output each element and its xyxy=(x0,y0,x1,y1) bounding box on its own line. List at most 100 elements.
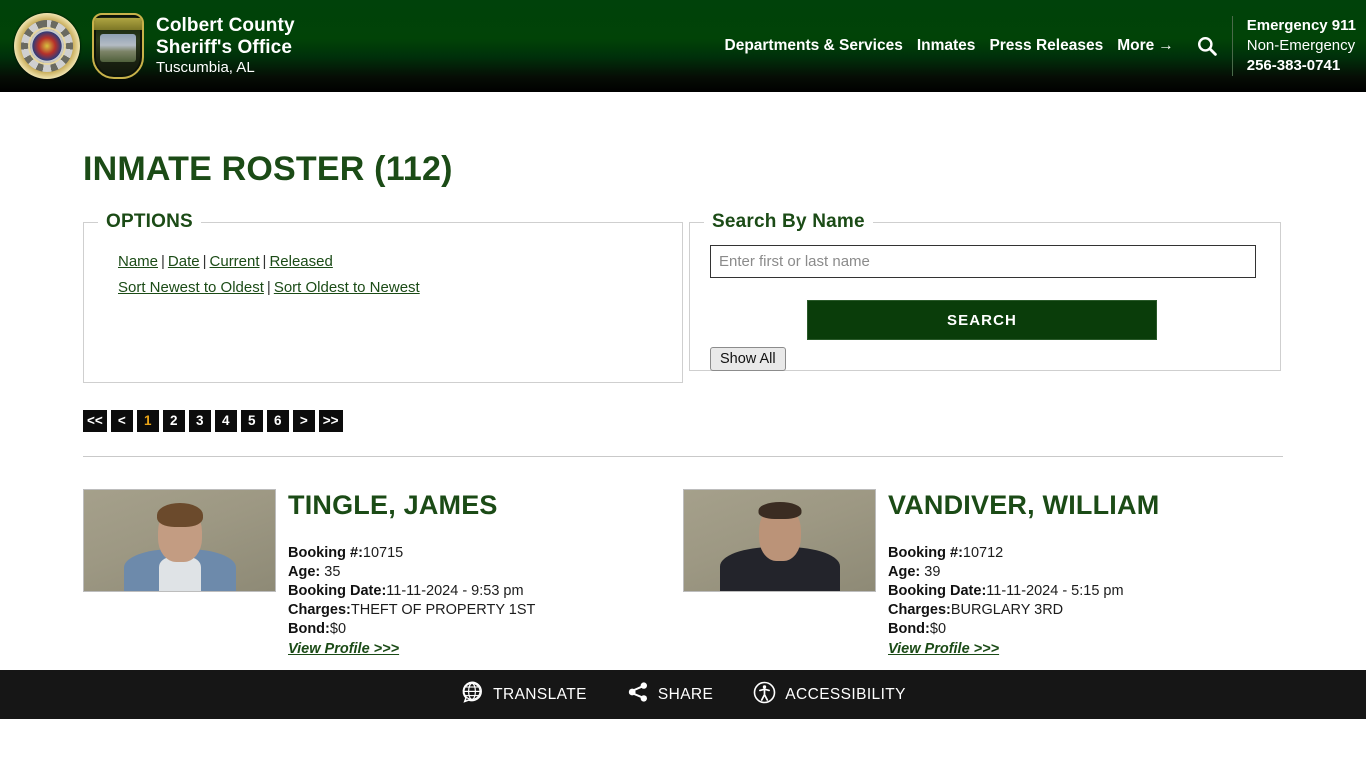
translate-label: TRANSLATE xyxy=(493,685,587,703)
mugshot-shirt xyxy=(158,557,201,591)
search-icon[interactable] xyxy=(1194,33,1220,59)
option-link-sort-oldest-to-newest[interactable]: Sort Oldest to Newest xyxy=(274,279,420,296)
age-value: 35 xyxy=(324,564,341,581)
age-label: Age: xyxy=(888,564,921,581)
site-header: Colbert County Sheriff's Office Tuscumbi… xyxy=(0,0,1366,92)
booking-label: Booking #: xyxy=(888,545,963,562)
pagination-page-3[interactable]: 3 xyxy=(188,410,211,432)
booking-date-label: Booking Date: xyxy=(288,583,387,600)
bond-label: Bond: xyxy=(888,621,930,638)
bond-label: Bond: xyxy=(288,621,330,638)
pagination-page-5[interactable]: 5 xyxy=(240,410,263,432)
options-panel: OPTIONS Name | Date | Current | Released Sort … xyxy=(83,211,683,383)
option-link-name[interactable]: Name xyxy=(118,253,158,270)
inmate-name: TINGLE, JAMES xyxy=(288,490,498,520)
inmate-card: TINGLE, JAMES Booking #:10715 Age: 35 Bo… xyxy=(83,489,683,659)
share-label: SHARE xyxy=(657,685,714,703)
site-brand[interactable]: Colbert County Sheriff's Office Tuscumbi… xyxy=(0,13,295,79)
inmate-details: VANDIVER, WILLIAM Booking #:10712 Age: 3… xyxy=(888,489,1159,659)
inmate-bond-row: Bond:$0 xyxy=(288,620,535,639)
booking-value: 10715 xyxy=(362,545,404,562)
charges-value: BURGLARY 3RD xyxy=(950,602,1064,619)
booking-label: Booking #: xyxy=(288,545,363,562)
pagination-page-4[interactable]: 4 xyxy=(214,410,237,432)
mugshot-tingle-james[interactable] xyxy=(83,489,276,592)
option-link-sort-newest-to-oldest[interactable]: Sort Newest to Oldest xyxy=(118,279,264,296)
pagination-first[interactable]: << xyxy=(83,410,107,432)
pagination-prev[interactable]: < xyxy=(110,410,133,432)
accessibility-label: ACCESSIBILITY xyxy=(785,685,906,703)
inmate-bond-row: Bond:$0 xyxy=(888,620,1159,639)
booking-date-label: Booking Date: xyxy=(888,583,987,600)
bond-value: $0 xyxy=(929,621,947,638)
inmate-booking-date-row: Booking Date:11-11-2024 - 9:53 pm xyxy=(288,582,535,601)
pagination-last[interactable]: >> xyxy=(318,410,343,432)
site-footer: TRANSLATE SHARE ACCESSIBILITY xyxy=(0,670,1366,719)
inmate-fields: Booking #:10715 Age: 35 Booking Date:11-… xyxy=(288,544,535,659)
charges-label: Charges: xyxy=(288,602,351,619)
panels-row: OPTIONS Name | Date | Current | Released Sort … xyxy=(83,211,1283,383)
charges-value: THEFT OF PROPERTY 1ST xyxy=(350,602,536,619)
view-profile-link[interactable]: View Profile >>> xyxy=(888,640,999,659)
nav-more[interactable]: More → xyxy=(1117,37,1174,55)
inmate-booking-row: Booking #:10715 xyxy=(288,544,535,563)
view-profile-link[interactable]: View Profile >>> xyxy=(288,640,399,659)
inmate-booking-date-row: Booking Date:11-11-2024 - 5:15 pm xyxy=(888,582,1159,601)
accessibility-button[interactable]: ACCESSIBILITY xyxy=(753,681,906,709)
page-title: INMATE ROSTER (112) xyxy=(83,150,453,188)
options-separator-3: | xyxy=(262,253,267,270)
share-button[interactable]: SHARE xyxy=(627,681,713,708)
header-right: Departments & Services Inmates Press Rel… xyxy=(725,0,1366,92)
arrow-right-icon: → xyxy=(1158,37,1174,54)
nav-inmates[interactable]: Inmates xyxy=(917,37,976,55)
main-navigation: Departments & Services Inmates Press Rel… xyxy=(725,33,1232,59)
nav-press-releases[interactable]: Press Releases xyxy=(989,37,1103,55)
content-container: INMATE ROSTER (112) OPTIONS Name | Date | Cu… xyxy=(83,92,1283,659)
mugshot-hair xyxy=(156,503,203,527)
non-emergency-phone[interactable]: 256-383-0741 xyxy=(1247,56,1356,76)
sheriff-shield-patch-icon xyxy=(92,13,144,79)
emergency-911-label: Emergency 911 xyxy=(1246,16,1356,34)
bond-value: $0 xyxy=(329,621,347,638)
search-panel: Search By Name SEARCH Show All xyxy=(689,211,1281,371)
nav-departments-services[interactable]: Departments & Services xyxy=(725,37,903,55)
search-legend: Search By Name xyxy=(712,211,865,232)
non-emergency-label: Non-Emergency xyxy=(1246,36,1356,54)
mugshot-vandiver-william[interactable] xyxy=(683,489,876,592)
section-divider xyxy=(83,456,1283,457)
options-row-sorting: Sort Newest to Oldest | Sort Oldest to New… xyxy=(118,279,668,296)
agency-name-line1: Colbert County xyxy=(156,15,295,37)
pagination-page-6[interactable]: 6 xyxy=(266,410,289,432)
age-value: 39 xyxy=(924,564,941,581)
share-icon xyxy=(627,681,649,708)
pagination-page-2[interactable]: 2 xyxy=(162,410,185,432)
inmate-roster-list: TINGLE, JAMES Booking #:10715 Age: 35 Bo… xyxy=(83,489,1283,659)
booking-date-value: 11-11-2024 - 9:53 pm xyxy=(386,583,524,600)
pagination-next[interactable]: > xyxy=(292,410,315,432)
globe-icon xyxy=(460,680,484,709)
options-separator-1: | xyxy=(161,253,165,270)
brand-text: Colbert County Sheriff's Office Tuscumbi… xyxy=(156,15,295,76)
agency-name-line2: Sheriff's Office xyxy=(156,36,292,58)
option-link-date[interactable]: Date xyxy=(168,253,200,270)
colbert-county-sheriff-star-badge-icon xyxy=(14,13,80,79)
mugshot-hair xyxy=(758,502,801,519)
inmate-card: VANDIVER, WILLIAM Booking #:10712 Age: 3… xyxy=(683,489,1283,659)
search-button[interactable]: SEARCH xyxy=(807,300,1157,340)
translate-button[interactable]: TRANSLATE xyxy=(460,680,587,709)
search-input[interactable] xyxy=(710,245,1256,278)
option-link-current[interactable]: Current xyxy=(210,253,260,270)
show-all-button[interactable]: Show All xyxy=(710,347,786,371)
pagination-page-1[interactable]: 1 xyxy=(136,410,159,432)
option-link-released[interactable]: Released xyxy=(269,253,332,270)
accessibility-person-icon xyxy=(753,681,776,709)
options-legend: OPTIONS xyxy=(106,211,193,232)
inmate-age-row: Age: 35 xyxy=(288,563,535,582)
inmate-details: TINGLE, JAMES Booking #:10715 Age: 35 Bo… xyxy=(288,489,535,659)
booking-value: 10712 xyxy=(962,545,1004,562)
charges-label: Charges: xyxy=(888,602,951,619)
options-separator-2: | xyxy=(202,253,207,270)
booking-date-value: 11-11-2024 - 5:15 pm xyxy=(986,583,1124,600)
nav-more-label: More xyxy=(1117,37,1155,54)
pagination: << < 1 2 3 4 5 6 > >> xyxy=(83,410,1283,432)
